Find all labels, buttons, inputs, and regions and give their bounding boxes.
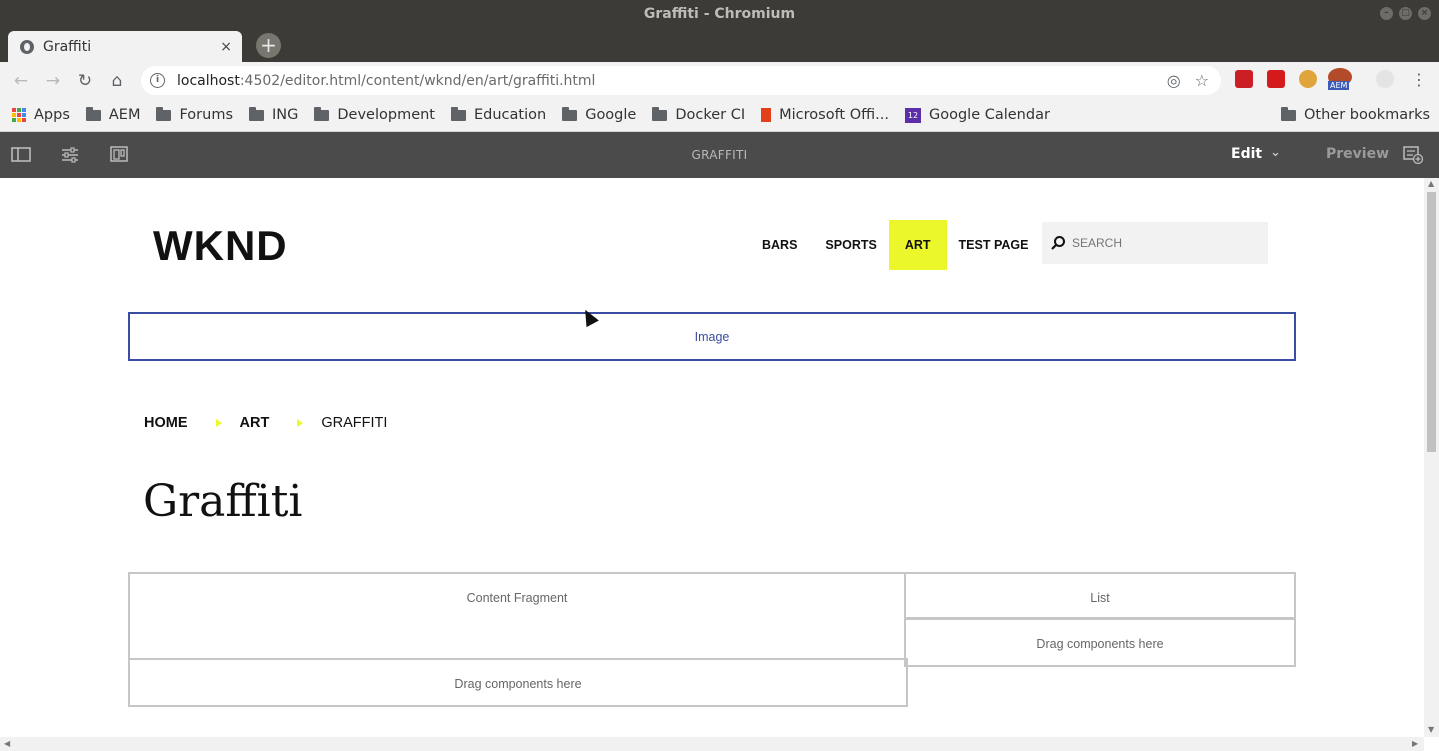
bookmark-google-calendar[interactable]: 12 Google Calendar	[904, 107, 1050, 123]
bookmark-label: Forums	[179, 107, 234, 123]
window-title: Graffiti - Chromium	[643, 6, 796, 22]
bookmark-folder[interactable]: Docker CI	[652, 106, 746, 123]
tab-strip: Graffiti × +	[0, 28, 1439, 62]
vertical-scroll-thumb[interactable]	[1427, 192, 1436, 452]
bookmark-label: AEM	[108, 107, 141, 123]
minimize-window-button[interactable]: –	[1380, 7, 1393, 20]
list-component-placeholder[interactable]: List	[904, 572, 1296, 619]
tab-close-icon[interactable]: ×	[220, 39, 232, 55]
folder-icon	[451, 106, 466, 121]
extension-aem-label: AEM	[1328, 81, 1350, 90]
breadcrumb-home[interactable]: HOME	[144, 415, 188, 431]
bookmark-label: ING	[272, 107, 299, 123]
bookmark-label: Education	[474, 107, 547, 123]
bookmark-label: Microsoft Offi...	[779, 107, 889, 123]
folder-icon	[1281, 106, 1296, 121]
bookmark-apps[interactable]: Apps	[0, 107, 70, 123]
nav-item-art[interactable]: ART	[888, 220, 947, 270]
browser-tab[interactable]: Graffiti ×	[8, 31, 242, 62]
nav-item-sports[interactable]: SPORTS	[811, 222, 890, 268]
browser-toolbar: ← → ↻ ⌂ i localhost:4502/editor.html/con…	[0, 62, 1439, 99]
site-navigation: BARS SPORTS ART TEST PAGE	[748, 220, 1043, 270]
nav-item-test-page[interactable]: TEST PAGE	[945, 222, 1043, 268]
bookmark-folder[interactable]: Development	[314, 106, 435, 123]
bookmark-folder[interactable]: Education	[451, 106, 547, 123]
menu-kebab-icon[interactable]: ⋮	[1411, 70, 1427, 89]
location-icon[interactable]: ◎	[1167, 71, 1181, 90]
window-titlebar: Graffiti - Chromium – □ ×	[0, 0, 1439, 28]
breadcrumb-arrow-icon	[215, 419, 222, 427]
scroll-right-arrow-icon[interactable]: ▶	[1412, 739, 1418, 748]
extension-lastpass-icon[interactable]	[1235, 70, 1253, 88]
extension-todoist-icon[interactable]	[1267, 70, 1285, 88]
bookmark-star-icon[interactable]: ☆	[1195, 71, 1209, 90]
vertical-scrollbar[interactable]: ▲ ▼	[1424, 178, 1439, 737]
search-input[interactable]	[1072, 236, 1252, 250]
folder-icon	[562, 106, 578, 121]
scroll-down-arrow-icon[interactable]: ▼	[1428, 725, 1434, 734]
chevron-down-icon[interactable]: ⌄	[1270, 145, 1281, 160]
preview-button[interactable]: Preview	[1326, 146, 1389, 162]
bookmark-microsoft-office[interactable]: Microsoft Offi...	[761, 107, 889, 123]
forward-button[interactable]: →	[37, 71, 69, 91]
folder-icon	[314, 106, 330, 121]
url-host: localhost	[177, 72, 240, 89]
bookmark-other[interactable]: Other bookmarks	[1281, 106, 1431, 123]
apps-grid-icon	[12, 108, 26, 122]
folder-icon	[85, 106, 101, 121]
bookmark-label: Other bookmarks	[1304, 107, 1431, 123]
aem-page-name: GRAFFITI	[691, 148, 748, 162]
tab-title: Graffiti	[43, 38, 92, 55]
profile-avatar[interactable]	[1376, 70, 1394, 88]
bookmark-label: Google Calendar	[928, 107, 1050, 123]
maximize-window-button[interactable]: □	[1399, 7, 1412, 20]
bookmarks-bar: Apps AEM Forums ING Development Educatio…	[0, 99, 1439, 132]
nav-item-bars[interactable]: BARS	[748, 222, 811, 268]
reload-button[interactable]: ↻	[69, 71, 101, 91]
scroll-up-arrow-icon[interactable]: ▲	[1428, 179, 1434, 188]
page-title: Graffiti	[143, 476, 303, 527]
new-tab-button[interactable]: +	[256, 33, 281, 58]
bookmark-label: Apps	[34, 107, 70, 123]
page-canvas: WKND BARS SPORTS ART TEST PAGE Image HOM…	[0, 178, 1424, 737]
home-button[interactable]: ⌂	[101, 71, 133, 91]
mode-selector[interactable]: Edit	[1231, 146, 1262, 162]
folder-icon	[249, 106, 265, 121]
site-info-icon[interactable]: i	[150, 73, 165, 88]
breadcrumb-art[interactable]: ART	[240, 415, 270, 431]
bookmark-folder[interactable]: Forums	[156, 106, 234, 123]
annotations-icon[interactable]	[1403, 146, 1423, 164]
site-search[interactable]	[1042, 222, 1268, 264]
search-icon	[1051, 236, 1065, 250]
back-button[interactable]: ←	[5, 71, 37, 91]
extension-cookie-icon[interactable]	[1299, 70, 1317, 88]
bookmark-folder[interactable]: AEM	[85, 106, 141, 123]
calendar-icon: 12	[904, 107, 921, 123]
folder-icon	[156, 106, 172, 121]
drag-components-dropzone[interactable]: Drag components here	[904, 618, 1296, 667]
content-fragment-placeholder[interactable]: Content Fragment	[128, 572, 906, 660]
breadcrumb-current: GRAFFITI	[321, 415, 388, 431]
scroll-left-arrow-icon[interactable]: ◀	[4, 739, 10, 748]
folder-icon	[652, 106, 668, 121]
address-bar[interactable]: i localhost:4502/editor.html/content/wkn…	[141, 66, 1221, 95]
horizontal-scrollbar[interactable]: ◀ ▶	[0, 737, 1424, 751]
breadcrumb: HOME ART GRAFFITI	[144, 415, 387, 431]
aem-editor-bar: GRAFFITI Edit ⌄ Preview	[0, 132, 1439, 178]
breadcrumb-arrow-icon	[297, 419, 304, 427]
url-path: :4502/editor.html/content/wknd/en/art/gr…	[239, 72, 596, 89]
bookmark-folder[interactable]: Google	[562, 106, 637, 123]
extension-aem-icon[interactable]: AEM	[1328, 68, 1352, 90]
bookmark-label: Google	[585, 107, 637, 123]
site-logo[interactable]: WKND	[153, 222, 288, 270]
bookmark-label: Docker CI	[675, 107, 746, 123]
office-icon	[761, 108, 772, 122]
drag-components-dropzone[interactable]: Drag components here	[128, 658, 908, 707]
bookmark-folder[interactable]: ING	[249, 106, 299, 123]
close-window-button[interactable]: ×	[1418, 7, 1431, 20]
globe-icon	[20, 39, 34, 54]
bookmark-label: Development	[337, 107, 435, 123]
image-component-placeholder[interactable]: Image	[128, 312, 1296, 361]
